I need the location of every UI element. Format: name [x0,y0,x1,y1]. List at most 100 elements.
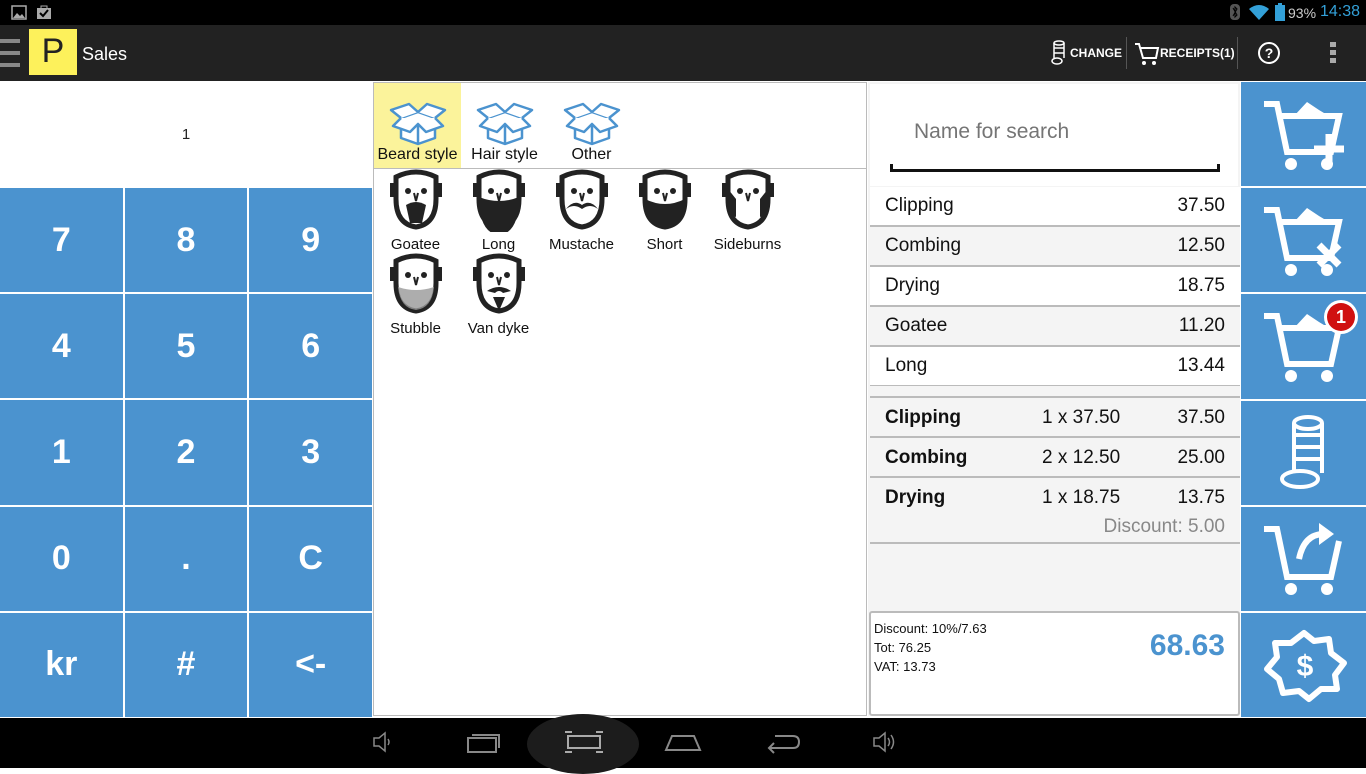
product-label: Short [646,236,683,253]
key-11[interactable]: C [249,506,372,611]
product-label: Van dyke [467,320,530,337]
return-button[interactable] [1241,506,1366,611]
clock: 14:38 [1320,3,1361,20]
product-panel: Beard style Hair style Other Goatee Long Mus… [373,82,867,716]
receipts-button[interactable]: RECEIPTS(1) [1134,40,1235,66]
cart-icon [1135,43,1160,65]
image-icon [11,5,27,20]
shopping-bag-icon [37,5,51,19]
item-name: Long [885,355,928,376]
item-name: Clipping [885,195,954,216]
receipt-qty: 1 x 18.75 [1042,487,1121,508]
product-label: Sideburns [713,236,782,253]
help-icon[interactable]: ? [1257,41,1281,65]
item-name: Combing [885,235,962,256]
product-label: Long [481,236,516,253]
navigation-bar [0,714,1366,774]
item-price: 12.50 [1177,235,1225,256]
svg-text:?: ? [1265,45,1274,61]
beard-face-icon [389,253,442,314]
key-8[interactable]: 3 [249,400,372,505]
key-4[interactable]: 5 [124,294,248,399]
key-14[interactable]: <- [249,612,372,717]
key-3[interactable]: 4 [0,294,123,399]
remove-from-cart-button[interactable] [1241,188,1366,293]
category-tab-2[interactable]: Other [548,83,635,168]
search-input[interactable] [914,120,1214,144]
key-10[interactable]: . [124,506,248,611]
category-tabs: Beard style Hair style Other [374,83,866,169]
change-label: CHANGE [1070,46,1123,60]
pay-button[interactable]: $ [1241,612,1366,718]
battery-icon [1275,3,1285,21]
key-6[interactable]: 1 [0,400,123,505]
receipt-line[interactable]: Drying 1 x 18.75 13.75 Discount: 5.00 [870,478,1240,544]
item-row[interactable]: Clipping 37.50 [870,187,1240,227]
action-bar: P Sales CHANGE RECEIPTS(1) ? [0,25,1366,81]
cart-remove-icon [1263,207,1343,277]
coins-icon [1051,40,1065,65]
key-9[interactable]: 0 [0,506,123,611]
payment-coins-button[interactable] [1241,400,1366,505]
product-long[interactable]: Long [457,169,540,253]
item-price: 11.20 [1178,315,1225,336]
box-icon [389,102,446,146]
category-label: Hair style [471,146,538,163]
item-row[interactable]: Drying 18.75 [870,267,1240,307]
menu-icon[interactable] [0,39,20,69]
key-2[interactable]: 9 [249,188,372,293]
change-button[interactable]: CHANGE [1050,40,1122,66]
divider [1237,37,1238,69]
item-row[interactable]: Long 13.44 [870,347,1240,387]
grand-total: 68.63 [1149,629,1225,662]
product-short[interactable]: Short [623,169,706,253]
key-7[interactable]: 2 [124,400,248,505]
item-price: 18.75 [1177,275,1225,296]
home-icon[interactable] [664,730,702,754]
receipts-label: RECEIPTS(1) [1160,46,1235,60]
add-to-cart-button[interactable] [1241,82,1366,187]
key-12[interactable]: kr [0,612,123,717]
box-icon [563,102,620,146]
category-tab-1[interactable]: Hair style [461,83,548,168]
cart-button[interactable]: 1 [1241,294,1366,399]
key-13[interactable]: # [124,612,248,717]
item-price: 13.44 [1177,355,1225,376]
key-0[interactable]: 7 [0,188,123,293]
category-tab-0[interactable]: Beard style [374,83,461,168]
volume-up-icon[interactable] [872,730,896,754]
key-1[interactable]: 8 [124,188,248,293]
screenshot-icon[interactable] [564,730,604,754]
receipt-total: 37.50 [1177,407,1225,428]
item-row[interactable]: Goatee 11.20 [870,307,1240,347]
beard-face-icon [555,169,608,230]
coins-icon [1279,414,1324,489]
divider [1126,37,1127,69]
volume-down-icon[interactable] [372,730,392,754]
receipt-item-name: Clipping [885,407,961,428]
product-mustache[interactable]: Mustache [540,169,623,253]
divider [870,386,1240,398]
vat-total: VAT: 13.73 [874,659,936,674]
beard-face-icon [389,169,442,230]
search-box [870,84,1238,186]
key-5[interactable]: 6 [249,294,372,399]
keypad: 7 8 9 4 5 6 1 2 3 0. Ckr # <- [0,188,372,717]
receipt-line[interactable]: Combing 2 x 12.50 25.00 [870,438,1240,478]
product-sideburns[interactable]: Sideburns [706,169,789,253]
receipt-line[interactable]: Clipping 1 x 37.50 37.50 [870,398,1240,438]
beard-face-icon [472,169,525,232]
overflow-menu-icon[interactable] [1330,42,1338,64]
item-row[interactable]: Combing 12.50 [870,227,1240,267]
discount-total: Discount: 10%/7.63 [874,621,987,636]
receipt-item-name: Combing [885,447,968,468]
product-goatee[interactable]: Goatee [374,169,457,253]
recent-apps-icon[interactable] [466,730,502,754]
product-van-dyke[interactable]: Van dyke [457,253,540,337]
back-icon[interactable] [765,730,801,754]
receipt-discount: Discount: 5.00 [1103,516,1225,537]
product-stubble[interactable]: Stubble [374,253,457,337]
bluetooth-icon [1230,4,1240,20]
subtotal: Tot: 76.25 [874,640,932,655]
product-label: Goatee [390,236,441,253]
